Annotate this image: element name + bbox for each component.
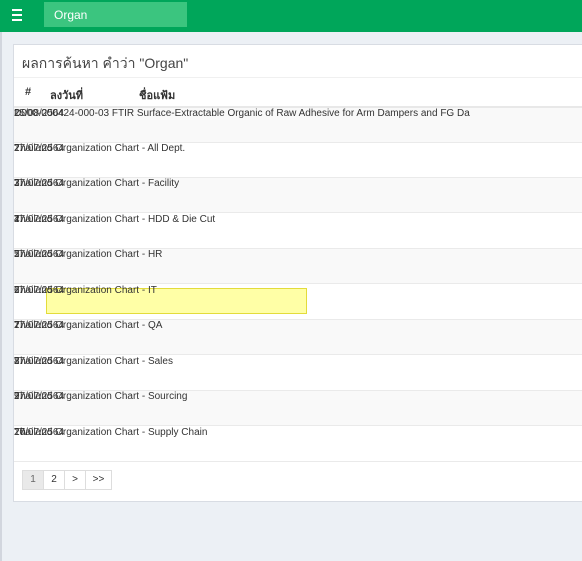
file-link[interactable]: Thailand Organization Chart - QA <box>14 320 162 331</box>
search-input[interactable] <box>44 2 187 27</box>
table-row-content: 2. 27/07/2564 Thailand Organization Chart … <box>14 143 582 178</box>
table-row-content: 5. 27/07/2564 Thailand Organization Chart … <box>14 249 582 284</box>
table-row-content: 4. 27/07/2564 Thailand Organization Chart … <box>14 214 582 249</box>
table-row-content: 3. 27/07/2564 Thailand Organization Chart … <box>14 178 582 213</box>
file-link[interactable]: Thailand Organization Chart - IT <box>14 285 157 296</box>
hamburger-menu-icon[interactable] <box>8 6 28 24</box>
table-row-content: 1. 25/08/2564 D000-000424-000-03 FTIR Surf… <box>14 108 582 143</box>
column-header-number: # <box>25 86 32 98</box>
table-row-content: 8. 27/07/2564 Thailand Organization Chart … <box>14 356 582 391</box>
search-results-panel: ผลการค้นหา คำว่า "Organ" # ลงวันที่ ชื่อ… <box>13 44 582 502</box>
file-link[interactable]: Thailand Organization Chart - Supply Cha… <box>14 427 207 438</box>
page-link[interactable]: 1 <box>22 470 44 490</box>
sidebar-edge <box>0 32 2 561</box>
file-link[interactable]: D000-000424-000-03 FTIR Surface-Extracta… <box>14 108 470 119</box>
table-row-content: 6. 27/07/2564 Thailand Organization Chart … <box>14 285 582 320</box>
file-link[interactable]: Thailand Organization Chart - Facility <box>14 178 179 189</box>
page-link[interactable]: > <box>64 470 86 490</box>
file-link[interactable]: Thailand Organization Chart - HR <box>14 249 162 260</box>
file-link[interactable]: Thailand Organization Chart - All Dept. <box>14 143 185 154</box>
column-header-filename: ชื่อแฟ้ม <box>139 90 176 102</box>
divider <box>14 77 582 78</box>
page-link[interactable]: 2 <box>43 470 65 490</box>
column-header-date: ลงวันที่ <box>50 90 84 102</box>
table-row-content: 10. 27/07/2564 Thailand Organization Chart… <box>14 427 582 462</box>
top-navbar <box>0 0 582 32</box>
page-title: ผลการค้นหา คำว่า "Organ" <box>22 55 189 71</box>
table-row-content: 9. 27/07/2564 Thailand Organization Chart … <box>14 391 582 426</box>
file-link[interactable]: Thailand Organization Chart - Sourcing <box>14 391 187 402</box>
file-link[interactable]: Thailand Organization Chart - HDD & Die … <box>14 214 215 225</box>
table-row-content: 7. 27/07/2564 Thailand Organization Chart … <box>14 320 582 355</box>
pagination: 1 2 > >> <box>22 470 112 490</box>
page-link[interactable]: >> <box>85 470 112 490</box>
file-link[interactable]: Thailand Organization Chart - Sales <box>14 356 173 367</box>
